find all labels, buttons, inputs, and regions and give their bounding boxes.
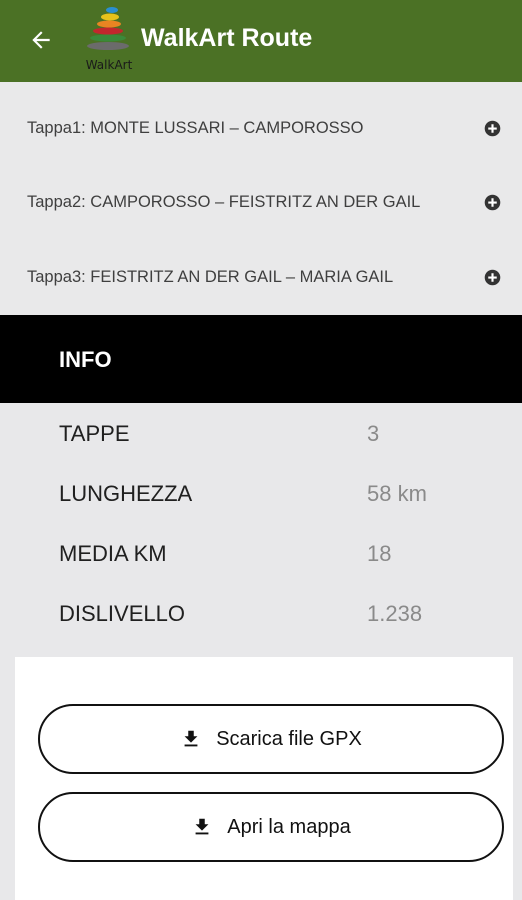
walkart-logo: WalkArt [82, 2, 136, 74]
download-icon [184, 730, 198, 747]
arrow-left-icon[interactable] [28, 27, 54, 53]
info-value-tappe: 3 [367, 421, 380, 446]
stage-list: Tappa1: MONTE LUSSARI – CAMPOROSSO Tappa… [0, 82, 522, 315]
stage-label: Tappa2: CAMPOROSSO – FEISTRITZ AN DER GA… [27, 192, 421, 211]
info-value-media-km: 18 [367, 541, 392, 566]
download-gpx-button[interactable]: Scarica file GPX [38, 704, 504, 774]
logo-text: WalkArt [85, 58, 133, 72]
app-bar: WalkArt WalkArt Route [0, 0, 522, 82]
stage-label: Tappa3: FEISTRITZ AN DER GAIL – MARIA GA… [27, 267, 394, 286]
download-icon [195, 818, 209, 835]
open-map-label: Apri la mappa [227, 815, 351, 838]
info-table: TAPPE 3 LUNGHEZZA 58 km MEDIA KM 18 DISL… [0, 403, 522, 643]
plus-circle-icon[interactable] [484, 269, 501, 286]
page-title: WalkArt Route [141, 24, 313, 52]
info-label-media-km: MEDIA KM [59, 541, 167, 566]
plus-circle-icon[interactable] [484, 120, 501, 137]
stage-label: Tappa1: MONTE LUSSARI – CAMPOROSSO [27, 118, 364, 137]
info-label-lunghezza: LUNGHEZZA [59, 481, 193, 506]
info-label-tappe: TAPPE [59, 421, 130, 446]
info-title: INFO [59, 347, 112, 372]
stage-item-2[interactable]: Tappa2: CAMPOROSSO – FEISTRITZ AN DER GA… [0, 182, 522, 222]
info-value-dislivello: 1.238 [367, 601, 423, 626]
actions-card [15, 657, 513, 900]
info-value-lunghezza: 58 km [367, 481, 427, 506]
info-header: INFO [0, 315, 522, 403]
open-map-button[interactable]: Apri la mappa [38, 792, 504, 862]
plus-circle-icon[interactable] [484, 194, 501, 211]
stage-item-3[interactable]: Tappa3: FEISTRITZ AN DER GAIL – MARIA GA… [0, 257, 522, 297]
info-label-dislivello: DISLIVELLO [59, 601, 185, 626]
download-gpx-label: Scarica file GPX [216, 727, 362, 750]
stage-item-1[interactable]: Tappa1: MONTE LUSSARI – CAMPOROSSO [0, 108, 522, 148]
